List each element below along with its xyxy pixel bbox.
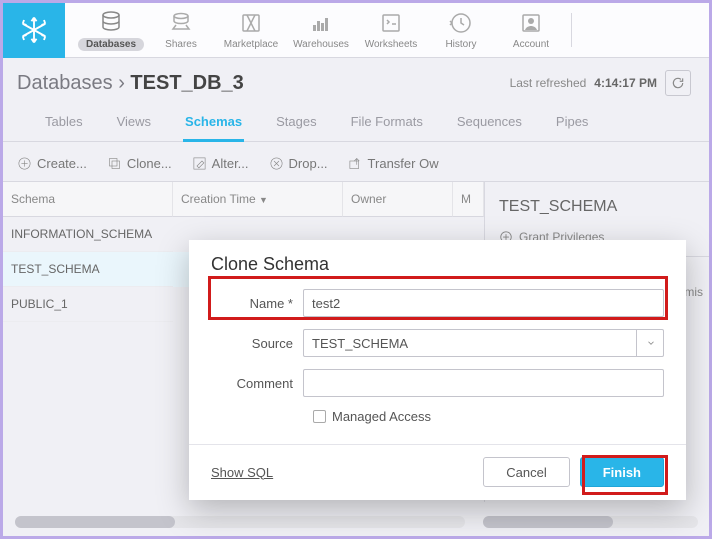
create-label: Create... [37,156,87,171]
tab-tables[interactable]: Tables [43,108,85,141]
marketplace-icon [238,10,264,36]
clone-label: Clone... [127,156,172,171]
nav-label: Databases [78,38,144,51]
comment-label: Comment [211,376,303,391]
tab-schemas[interactable]: Schemas [183,108,244,142]
breadcrumb-chevron: › [118,72,125,94]
tab-sequences[interactable]: Sequences [455,108,524,141]
managed-access-label: Managed Access [332,409,431,424]
detail-title: TEST_SCHEMA [499,190,695,230]
nav-label: Account [513,39,549,50]
schema-toolbar: Create... Clone... Alter... Drop... Tran… [3,142,709,182]
hscrollbar-right[interactable] [483,516,698,528]
sort-desc-icon: ▼ [259,195,268,205]
nav-history[interactable]: History [427,5,495,55]
col-creation-time-header[interactable]: Creation Time ▼ [173,182,343,217]
history-icon [448,10,474,36]
account-icon [518,10,544,36]
nav-databases[interactable]: Databases [77,5,145,55]
show-sql-link[interactable]: Show SQL [211,465,273,480]
finish-button[interactable]: Finish [580,457,664,487]
clone-button[interactable]: Clone... [107,156,172,171]
shares-icon [168,10,194,36]
col-owner-header[interactable]: Owner [343,182,453,217]
source-label: Source [211,336,303,351]
object-tabs: Tables Views Schemas Stages File Formats… [3,106,709,142]
drop-label: Drop... [289,156,328,171]
tab-stages[interactable]: Stages [274,108,318,141]
last-refreshed-time: 4:14:17 PM [594,76,657,90]
nav-account[interactable]: Account [497,5,565,55]
nav-warehouses[interactable]: Warehouses [287,5,355,55]
chevron-down-icon [636,329,664,357]
snowflake-logo[interactable] [3,3,65,58]
nav-label: Worksheets [365,39,418,50]
source-select[interactable]: TEST_SCHEMA [303,329,664,357]
worksheets-icon [378,10,404,36]
nav-worksheets[interactable]: Worksheets [357,5,425,55]
hscrollbar-left[interactable] [15,516,465,528]
tab-pipes[interactable]: Pipes [554,108,591,141]
refresh-icon [671,76,685,90]
nav-shares[interactable]: Shares [147,5,215,55]
breadcrumb-current: TEST_DB_3 [130,72,243,94]
col-schema-header[interactable]: Schema [3,182,173,217]
refresh-button[interactable] [665,70,691,96]
warehouses-icon [308,10,334,36]
cell-schema: TEST_SCHEMA [3,252,173,287]
nav-marketplace[interactable]: Marketplace [217,5,285,55]
snowflake-icon [19,15,49,45]
nav-label: Marketplace [224,39,278,50]
name-input[interactable] [303,289,664,317]
database-icon [98,9,124,35]
nav-label: Shares [165,39,197,50]
alter-label: Alter... [212,156,249,171]
create-button[interactable]: Create... [17,156,87,171]
clone-schema-modal: Clone Schema Name * Source TEST_SCHEMA C… [189,240,686,500]
managed-access-checkbox[interactable] [313,410,326,423]
last-refreshed-label: Last refreshed [510,76,587,90]
col-m-header[interactable]: M [453,182,484,217]
transfer-label: Transfer Ow [368,156,439,171]
breadcrumb-row: Databases › TEST_DB_3 Last refreshed 4:1… [3,58,709,106]
table-header: Schema Creation Time ▼ Owner M [3,182,484,217]
breadcrumb-root[interactable]: Databases [17,72,113,94]
transfer-ownership-button[interactable]: Transfer Ow [348,156,439,171]
nav-label: Warehouses [293,39,349,50]
alter-button[interactable]: Alter... [192,156,249,171]
comment-input[interactable] [303,369,664,397]
tab-views[interactable]: Views [115,108,153,141]
cell-schema: PUBLIC_1 [3,287,173,322]
cell-schema: INFORMATION_SCHEMA [3,217,173,252]
nav-separator [571,13,572,47]
nav-label: History [445,39,476,50]
tab-file-formats[interactable]: File Formats [349,108,425,141]
cancel-button[interactable]: Cancel [483,457,569,487]
top-nav: Databases Shares Marketplace Warehouses … [3,3,709,58]
breadcrumb: Databases › TEST_DB_3 [17,72,244,95]
source-value: TEST_SCHEMA [312,336,408,351]
modal-title: Clone Schema [211,254,664,275]
name-label: Name * [211,296,303,311]
drop-button[interactable]: Drop... [269,156,328,171]
